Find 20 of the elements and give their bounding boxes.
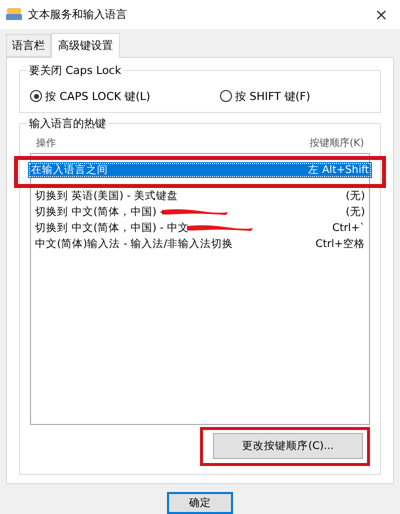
radio-label: 按 CAPS LOCK 键(L) [45,88,150,104]
column-header: 按键顺序(K) [310,136,364,150]
close-button[interactable]: × [370,4,392,24]
tab[interactable]: 高级键设置 [51,32,120,58]
list-row[interactable]: 在输入语言之间 左 Alt+Shift [28,162,372,178]
list-row[interactable]: 切换到 中文(简体，中国) - 中文 Ctrl+` [32,220,368,236]
list-row[interactable]: 切换到 英语(美国) - 美式键盘 (无) [32,188,368,204]
group-title: 要关闭 Caps Lock [27,62,124,78]
ok-button[interactable]: 确定 [167,492,233,514]
radio-label: 按 SHIFT 键(F) [235,88,310,104]
group-title: 输入语言的热键 [27,116,108,131]
column-header: 操作 [36,136,56,150]
list-row[interactable]: 中文(简体)输入法 - 输入法/非输入法切换 Ctrl+空格 [32,236,368,252]
tab[interactable]: 语言栏 [6,34,51,57]
list-row[interactable]: 切换到 中文(简体，中国) - (无) [32,204,368,220]
window-title: 文本服务和输入语言 [28,6,128,22]
radio-button[interactable] [220,90,232,102]
radio-button[interactable] [30,90,42,102]
keyboard-icon [6,7,22,22]
change-key-sequence-button[interactable]: 更改按键顺序(C)... [213,432,363,459]
